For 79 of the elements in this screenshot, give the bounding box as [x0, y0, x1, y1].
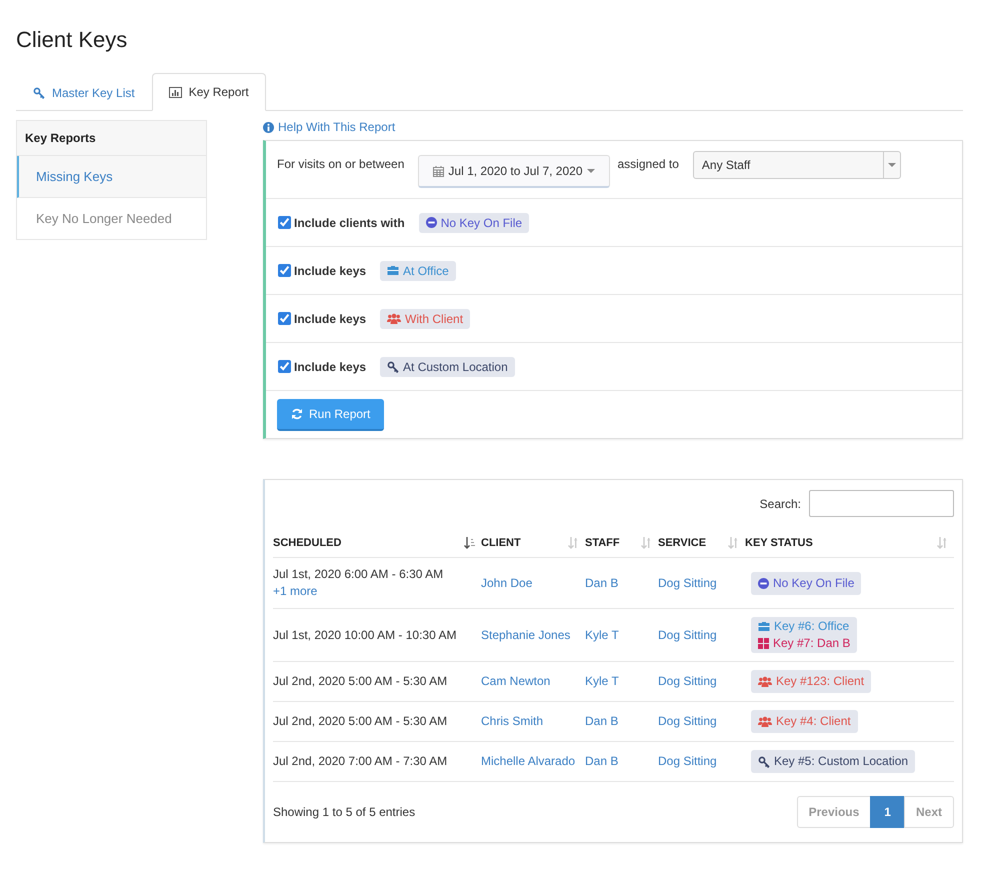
key-tag: At Custom Location: [380, 356, 515, 376]
search-field[interactable]: [809, 490, 954, 517]
staff-link[interactable]: Kyle T: [585, 674, 619, 688]
run-report-button[interactable]: Run Report: [277, 398, 384, 430]
staff-link[interactable]: Dan B: [585, 754, 618, 768]
checkbox-label: Include keys: [294, 264, 366, 278]
column-header[interactable]: CLIENT: [481, 537, 521, 549]
minus-circle-icon: [426, 217, 437, 228]
refresh-icon: [291, 408, 303, 420]
page-title: Client Keys: [16, 27, 128, 53]
table-info: Showing 1 to 5 of 5 entries: [273, 805, 416, 819]
column-header[interactable]: KEY STATUS: [745, 537, 813, 549]
service-link[interactable]: Dog Sitting: [658, 628, 717, 642]
table-cell: Jul 2nd, 2020 7:00 AM - 7:30 AM: [273, 754, 448, 768]
column-header[interactable]: SERVICE: [658, 537, 706, 549]
key-label: Key #6: Office: [758, 618, 850, 635]
sort-icon[interactable]: [464, 537, 475, 549]
pagination-button[interactable]: Next: [904, 796, 954, 828]
client-link[interactable]: Cam Newton: [481, 674, 550, 688]
checkbox[interactable]: [278, 360, 291, 373]
info-icon: [263, 122, 274, 132]
column-header[interactable]: SCHEDULED: [273, 537, 342, 549]
service-link[interactable]: Dog Sitting: [658, 714, 717, 728]
staff-link[interactable]: Dan B: [585, 576, 618, 590]
key-tag: With Client: [380, 308, 470, 328]
sidebar-item[interactable]: Key No Longer Needed: [17, 198, 206, 239]
table-cell: Jul 1st, 2020 6:00 AM - 6:30 AM +1 more: [273, 567, 444, 598]
checkbox-label: Include clients with: [294, 216, 405, 230]
key-icon: [33, 86, 45, 98]
page-button[interactable]: 1: [870, 796, 905, 828]
service-link[interactable]: Dog Sitting: [658, 576, 717, 590]
client-link[interactable]: Michelle Alvarado: [481, 754, 576, 768]
key-label: Key #7: Dan B: [758, 635, 850, 652]
filter-label: For visits on or between: [277, 156, 404, 171]
checkbox[interactable]: [278, 312, 291, 325]
grid-icon: [758, 638, 769, 649]
briefcase-icon: [758, 621, 770, 632]
client-link[interactable]: Stephanie Jones: [481, 628, 570, 642]
chart-icon: [168, 86, 182, 98]
calendar-icon: [433, 166, 444, 176]
minus-circle-icon: [758, 578, 769, 588]
key-tag: At Office: [380, 260, 456, 280]
search-label: Search:: [760, 496, 801, 510]
sidebar-item[interactable]: Missing Keys: [17, 156, 206, 198]
checkbox-label: Include keys: [294, 360, 366, 374]
checkbox-label: Include keys: [294, 312, 366, 326]
users-icon: [387, 313, 402, 324]
table-cell: Jul 2nd, 2020 5:00 AM - 5:30 AM: [273, 674, 448, 688]
checkbox[interactable]: [278, 264, 291, 277]
key-status-tag: Key #123: Client: [751, 670, 872, 693]
table-cell: Jul 2nd, 2020 5:00 AM - 5:30 AM: [273, 714, 448, 728]
key-status-tag: Key #4: Client: [751, 710, 858, 733]
key-status-tag: No Key On File: [751, 572, 862, 594]
caret-icon: [888, 163, 896, 167]
key-tag: No Key On File: [418, 212, 530, 232]
column-header[interactable]: STAFF: [585, 537, 620, 549]
service-link[interactable]: Dog Sitting: [658, 754, 717, 768]
users-icon: [758, 676, 772, 687]
caret-icon: [586, 169, 594, 173]
table-cell: Jul 1st, 2020 10:00 AM - 10:30 AM: [273, 628, 456, 642]
service-link[interactable]: Dog Sitting: [658, 674, 717, 688]
sidebar-title: Key Reports: [17, 121, 206, 156]
checkbox[interactable]: [278, 216, 291, 229]
key-status-tag: Key #5: Custom Location: [751, 750, 916, 773]
tab[interactable]: Master Key List: [16, 73, 152, 111]
staff-dropdown[interactable]: Any Staff: [692, 151, 901, 179]
tab[interactable]: Key Report: [152, 73, 266, 111]
briefcase-icon: [387, 265, 400, 276]
filter-label: assigned to: [618, 156, 679, 171]
more-link[interactable]: +1 more: [273, 584, 318, 598]
client-link[interactable]: John Doe: [481, 576, 532, 590]
key-icon: [387, 360, 400, 372]
help-link[interactable]: Help With This Report: [263, 120, 396, 134]
users-icon: [758, 716, 772, 727]
staff-link[interactable]: Kyle T: [585, 628, 619, 642]
date-range-picker[interactable]: Jul 1, 2020 to Jul 7, 2020: [418, 155, 610, 188]
key-icon: [758, 756, 770, 768]
staff-link[interactable]: Dan B: [585, 714, 618, 728]
client-link[interactable]: Chris Smith: [481, 714, 544, 728]
